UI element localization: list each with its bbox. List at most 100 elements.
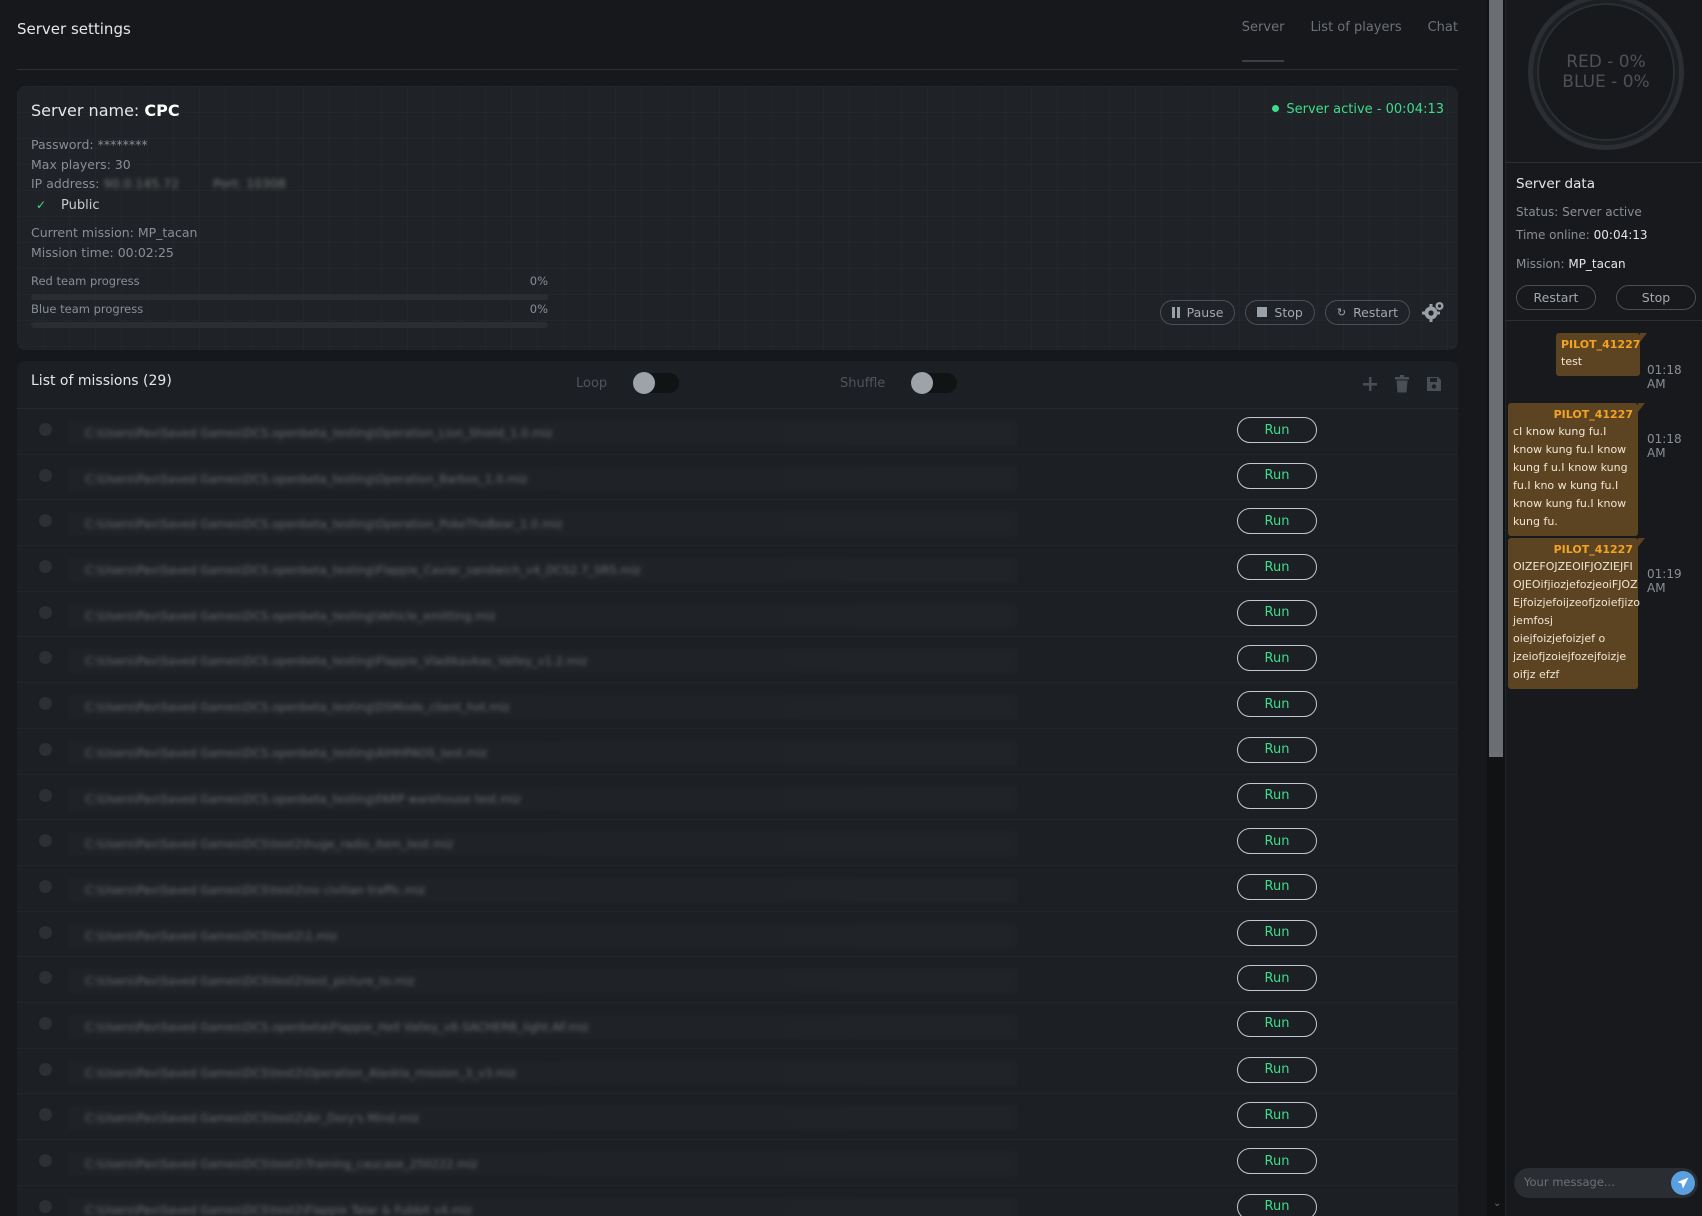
mission-select-radio[interactable] xyxy=(39,651,52,665)
mission-select-radio[interactable] xyxy=(39,1062,52,1076)
mission-path: C:\Users\Pav\Saved Games\DCS\test2\test_… xyxy=(67,968,1017,995)
mission-select-radio[interactable] xyxy=(39,925,52,939)
run-mission-button[interactable]: Run xyxy=(1237,691,1317,718)
mission-select-radio[interactable] xyxy=(39,834,52,848)
pause-button[interactable]: Pause xyxy=(1159,299,1236,325)
red-team-progress: Red team progress 0% xyxy=(31,274,548,300)
tab-chat[interactable]: Chat xyxy=(1428,20,1458,61)
blue-progress-value: 0% xyxy=(529,302,548,316)
mission-select-radio[interactable] xyxy=(39,605,52,619)
loop-label: Loop xyxy=(576,375,608,391)
restart-icon: ↻ xyxy=(1336,305,1347,319)
mission-select-radio[interactable] xyxy=(39,697,52,711)
mission-path: C:\Users\Pav\Saved Games\DCS\test2\huge_… xyxy=(67,831,1017,858)
mission-select-radio[interactable] xyxy=(39,514,52,528)
ip-address-line: IP address: 90.0.145.72 Port: 10308 xyxy=(31,176,286,191)
stop-icon xyxy=(1257,307,1268,317)
chat-time: 01:18 AM xyxy=(1647,432,1682,460)
run-mission-button[interactable]: Run xyxy=(1237,828,1317,855)
add-mission-button[interactable] xyxy=(1360,374,1380,394)
red-progress-label: Red team progress xyxy=(31,274,140,288)
server-actions: Pause Stop ↻ Restart xyxy=(1159,299,1446,325)
save-icon xyxy=(1427,377,1441,391)
chat-input-box xyxy=(1514,1168,1698,1198)
mission-select-radio[interactable] xyxy=(39,560,52,574)
chevron-down-icon[interactable]: ⌄ xyxy=(1493,1198,1503,1209)
mission-select-radio[interactable] xyxy=(39,788,52,802)
mission-row: C:\Users\Pav\Saved Games\DCS\test2\test_… xyxy=(17,957,1458,1003)
delete-mission-button[interactable] xyxy=(1392,374,1412,394)
mission-select-radio[interactable] xyxy=(39,1108,52,1122)
run-mission-button[interactable]: Run xyxy=(1237,1010,1317,1037)
run-mission-button[interactable]: Run xyxy=(1237,736,1317,763)
run-mission-button[interactable]: Run xyxy=(1237,462,1317,489)
plus-icon xyxy=(1363,377,1377,391)
sidebar-restart-button[interactable]: Restart xyxy=(1516,285,1596,310)
max-players-line: Max players: 30 xyxy=(31,157,131,172)
main-scrollbar[interactable] xyxy=(1487,0,1505,1216)
blue-progress-label: Blue team progress xyxy=(31,302,144,316)
public-checkbox[interactable]: ✓ Public xyxy=(31,196,100,214)
restart-button[interactable]: ↻ Restart xyxy=(1324,299,1410,325)
run-mission-button[interactable]: Run xyxy=(1237,1056,1317,1083)
run-mission-button[interactable]: Run xyxy=(1237,782,1317,809)
server-name: Server name: CPC xyxy=(31,101,180,120)
mission-select-radio[interactable] xyxy=(39,742,52,756)
server-status: Server active - 00:04:13 xyxy=(1272,102,1444,117)
run-mission-button[interactable]: Run xyxy=(1237,919,1317,946)
save-missions-button[interactable] xyxy=(1424,374,1444,394)
mission-path: C:\Users\Pav\Saved Games\DCS.openbeta_te… xyxy=(67,465,1017,492)
run-mission-button[interactable]: Run xyxy=(1237,965,1317,992)
mission-row: C:\Users\Pav\Saved Games\DCS.openbeta_te… xyxy=(17,729,1458,775)
run-mission-button[interactable]: Run xyxy=(1237,873,1317,900)
missions-title: List of missions (29) xyxy=(31,373,172,389)
loop-toggle[interactable] xyxy=(633,372,680,394)
red-score: RED - 0% xyxy=(1566,52,1646,72)
run-mission-button[interactable]: Run xyxy=(1237,1102,1317,1129)
mission-row: C:\Users\Pav\Saved Games\DCS\test2\1.miz… xyxy=(17,912,1458,958)
server-name-value: CPC xyxy=(144,101,180,120)
stop-label: Stop xyxy=(1274,304,1303,320)
mission-select-radio[interactable] xyxy=(39,423,52,436)
chat-message: PILOT_41227 cI know kung fu.I know kung … xyxy=(1508,403,1645,536)
mission-select-radio[interactable] xyxy=(39,879,52,893)
sidebar-stop-button[interactable]: Stop xyxy=(1616,285,1696,310)
mission-select-radio[interactable] xyxy=(39,1016,52,1030)
tab-server[interactable]: Server xyxy=(1241,20,1284,62)
mission-path: C:\Users\Pav\Saved Games\DCS\test2\1.miz xyxy=(67,922,1017,949)
run-mission-button[interactable]: Run xyxy=(1237,1193,1317,1216)
gear-icon xyxy=(1422,302,1444,322)
tab-list-of-players[interactable]: List of players xyxy=(1310,20,1401,61)
send-button[interactable] xyxy=(1671,1171,1695,1195)
mission-select-radio[interactable] xyxy=(39,1154,52,1167)
mission-row: C:\Users\Pav\Saved Games\DCS\test2\Opera… xyxy=(17,1049,1458,1095)
time-online-label: Time online: xyxy=(1516,228,1590,242)
run-mission-button[interactable]: Run xyxy=(1237,417,1317,443)
public-label: Public xyxy=(61,197,100,213)
time-online-value: 00:04:13 xyxy=(1593,228,1648,242)
mission-select-radio[interactable] xyxy=(39,971,52,985)
run-mission-button[interactable]: Run xyxy=(1237,599,1317,626)
run-mission-button[interactable]: Run xyxy=(1237,1148,1317,1174)
run-mission-button[interactable]: Run xyxy=(1237,554,1317,581)
settings-button[interactable] xyxy=(1420,299,1446,325)
shuffle-toggle[interactable] xyxy=(911,372,958,394)
scroll-thumb[interactable] xyxy=(1489,0,1503,757)
chat-message-input[interactable] xyxy=(1524,1175,1664,1189)
shuffle-toggle-knob xyxy=(911,372,934,394)
stop-button[interactable]: Stop xyxy=(1245,299,1315,325)
mission-row: C:\Users\Pav\Saved Games\DCS.openbeta\Fl… xyxy=(17,1003,1458,1049)
server-data-title: Server data xyxy=(1516,176,1595,192)
current-mission-line: Current mission: MP_tacan xyxy=(31,225,198,240)
mission-select-radio[interactable] xyxy=(39,468,52,482)
mission-select-radio[interactable] xyxy=(39,1199,52,1213)
checkmark-icon: ✓ xyxy=(35,198,47,212)
mission-path: C:\Users\Pav\Saved Games\DCS.openbeta_te… xyxy=(67,694,1017,721)
mission-path: C:\Users\Pav\Saved Games\DCS.openbeta_te… xyxy=(67,557,1017,584)
run-mission-button[interactable]: Run xyxy=(1237,645,1317,672)
mission-row: C:\Users\Pav\Saved Games\DCS.openbeta_te… xyxy=(17,775,1458,821)
mission-path: C:\Users\Pav\Saved Games\DCS\test2\no ci… xyxy=(67,876,1017,903)
sidebar-actions: Restart Stop xyxy=(1516,285,1696,310)
ip-address-label: IP address: xyxy=(31,176,100,191)
run-mission-button[interactable]: Run xyxy=(1237,508,1317,535)
